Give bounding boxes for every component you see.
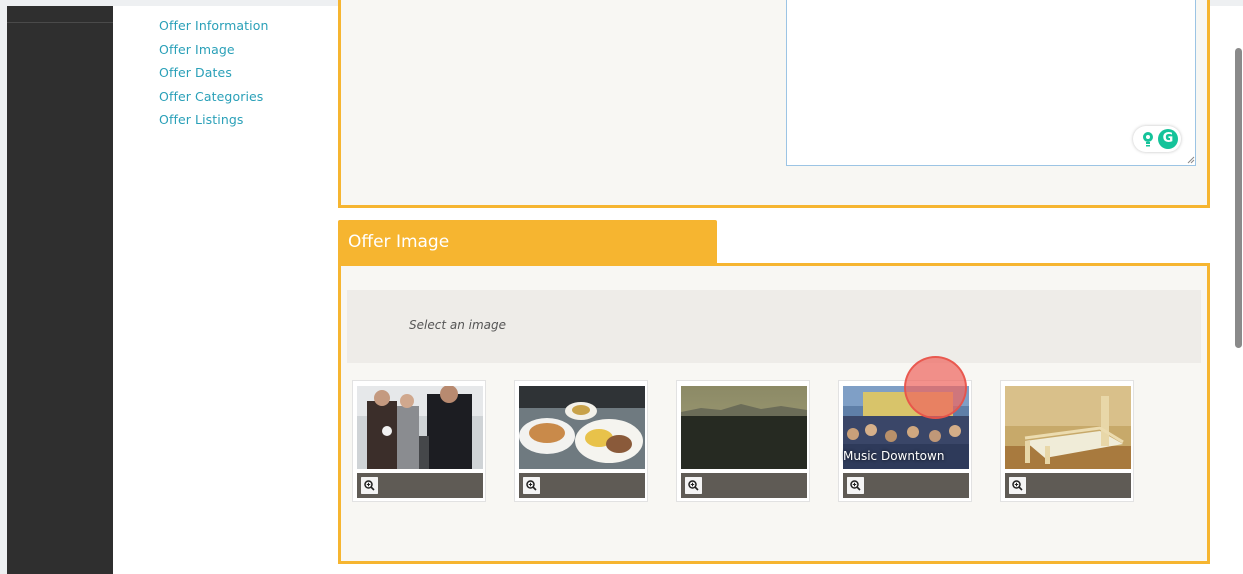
image-option-2[interactable] [514, 380, 648, 502]
image-thumbnail[interactable] [681, 386, 807, 469]
grammarly-widget[interactable]: G [1133, 126, 1181, 152]
thumbnail-toolbar [843, 473, 969, 498]
grammarly-icon[interactable]: G [1158, 129, 1178, 149]
click-indicator [904, 356, 967, 419]
thumbnail-toolbar [681, 473, 807, 498]
sidebar-divider [7, 22, 113, 23]
nav-offer-information[interactable]: Offer Information [159, 14, 269, 38]
nav-offer-dates[interactable]: Offer Dates [159, 61, 269, 85]
select-image-prompt: Select an image [409, 318, 506, 332]
image-thumbnail[interactable] [1005, 386, 1131, 469]
zoom-in-icon[interactable] [1009, 477, 1026, 494]
select-image-bar: Select an image [347, 290, 1201, 363]
image-caption: Music Downtown [843, 449, 945, 463]
zoom-in-icon[interactable] [523, 477, 540, 494]
section-nav: Offer Information Offer Image Offer Date… [159, 14, 269, 132]
scrollbar-thumb[interactable] [1235, 48, 1242, 348]
zoom-in-icon[interactable] [361, 477, 378, 494]
resize-handle-icon[interactable] [1187, 156, 1195, 164]
nav-offer-image[interactable]: Offer Image [159, 38, 269, 62]
zoom-in-icon[interactable] [847, 477, 864, 494]
thumbnail-toolbar [519, 473, 645, 498]
image-thumbnail[interactable] [357, 386, 483, 469]
image-thumbnail[interactable] [519, 386, 645, 469]
lightbulb-icon[interactable] [1139, 130, 1157, 148]
thumbnail-toolbar [1005, 473, 1131, 498]
left-edge [0, 6, 7, 574]
offer-image-heading: Offer Image [338, 220, 717, 264]
zoom-in-icon[interactable] [685, 477, 702, 494]
dark-sidebar [7, 6, 113, 574]
nav-offer-listings[interactable]: Offer Listings [159, 108, 269, 132]
image-option-5[interactable] [1000, 380, 1134, 502]
image-option-3[interactable] [676, 380, 810, 502]
thumbnail-toolbar [357, 473, 483, 498]
nav-offer-categories[interactable]: Offer Categories [159, 85, 269, 109]
image-option-1[interactable] [352, 380, 486, 502]
